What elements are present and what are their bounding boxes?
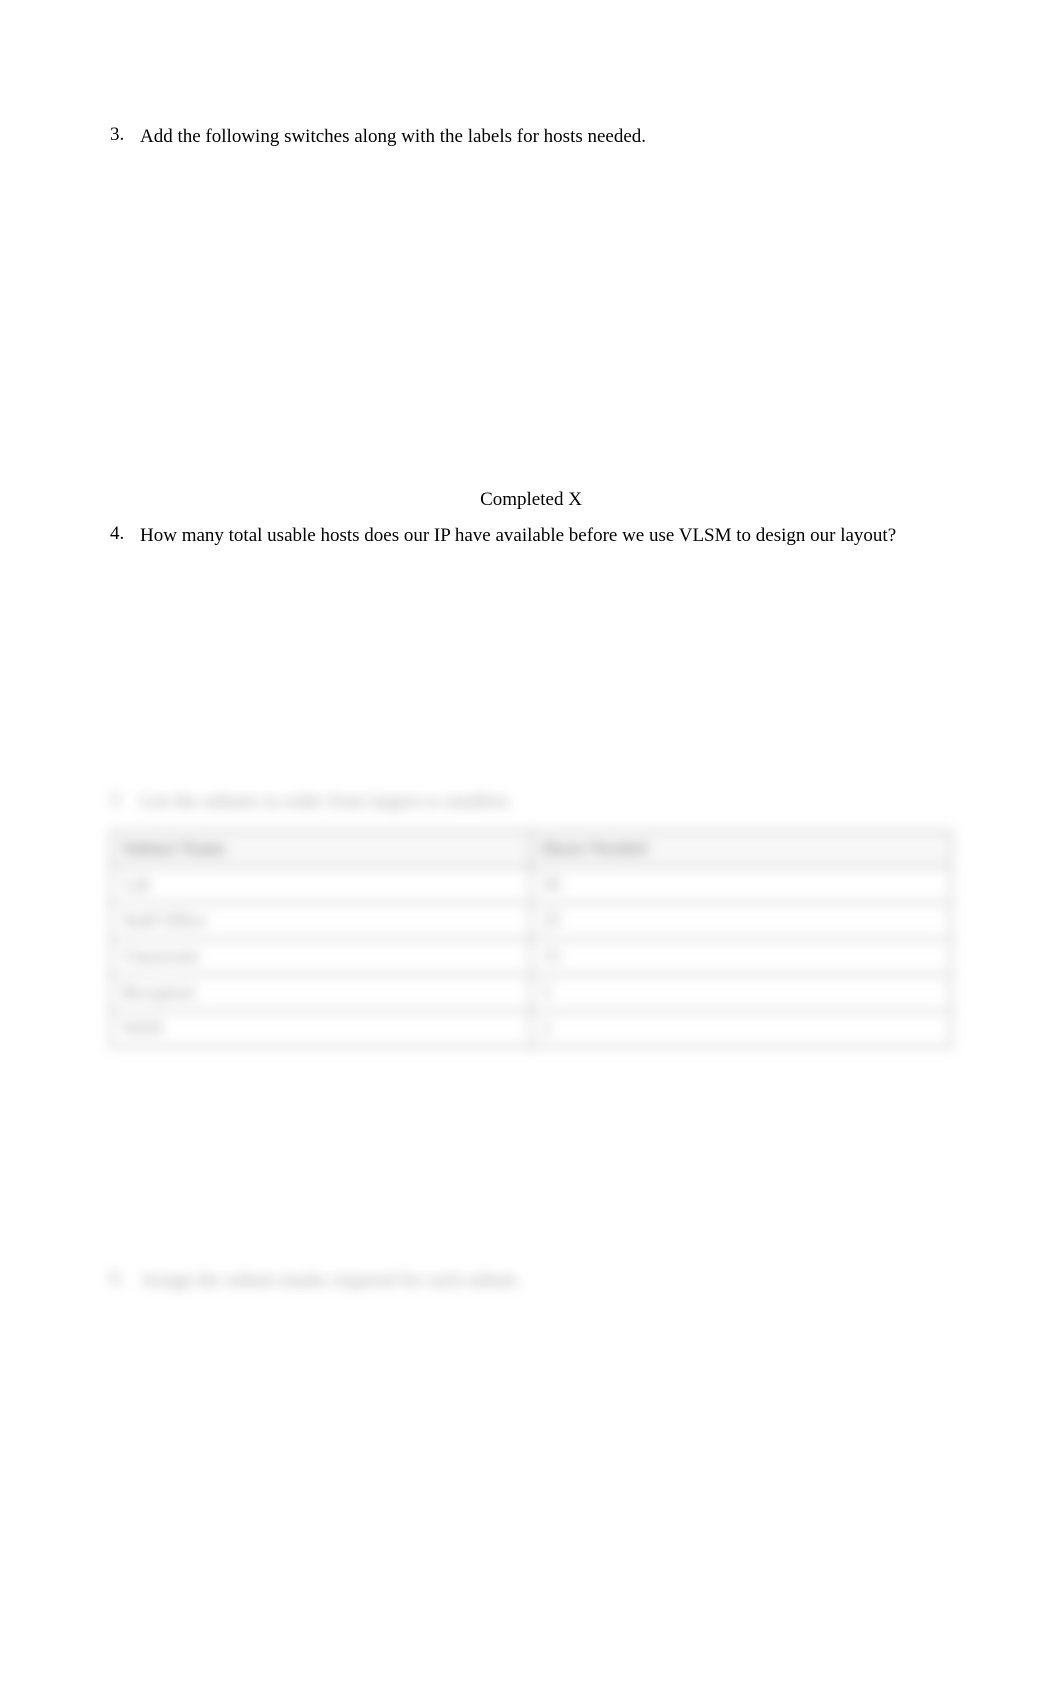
table-header-row: Subnet Name Hosts Needed [111, 831, 951, 867]
subnet-table-wrap: Subnet Name Hosts Needed Lab 50 Staff Of… [110, 830, 952, 1048]
list-number-3: 3. [110, 124, 140, 146]
cell-hosts: 15 [531, 939, 951, 975]
list-number-5: 5. [110, 789, 140, 811]
cell-subnet-name: Staff Office [111, 903, 531, 939]
list-item-4: 4. How many total usable hosts does our … [110, 523, 952, 550]
cell-subnet-name: Reception [111, 975, 531, 1011]
cell-subnet-name: Classroom [111, 939, 531, 975]
table-row: Staff Office 25 [111, 903, 951, 939]
list-number-6: 6. [110, 1268, 140, 1290]
list-item-6: 6. Assign the subnet masks required for … [110, 1268, 952, 1295]
list-item-3: 3. Add the following switches along with… [110, 124, 952, 151]
table-row: Lab 50 [111, 867, 951, 903]
table-row: Classroom 15 [111, 939, 951, 975]
cell-hosts: 25 [531, 903, 951, 939]
list-item-5: 5. List the subnets in order from larges… [110, 789, 952, 816]
table-row: Reception 5 [111, 975, 951, 1011]
cell-hosts: 50 [531, 867, 951, 903]
header-subnet-name: Subnet Name [111, 831, 531, 867]
cell-hosts: 2 [531, 1011, 951, 1047]
cell-hosts: 5 [531, 975, 951, 1011]
table-row: WAN 2 [111, 1011, 951, 1047]
completed-label: Completed X [110, 489, 952, 511]
subnet-table: Subnet Name Hosts Needed Lab 50 Staff Of… [110, 830, 952, 1048]
header-hosts-needed: Hosts Needed [531, 831, 951, 867]
list-text-5: List the subnets in order from largest t… [140, 789, 952, 816]
list-text-4: How many total usable hosts does our IP … [140, 523, 952, 550]
cell-subnet-name: WAN [111, 1011, 531, 1047]
list-text-3: Add the following switches along with th… [140, 124, 952, 151]
list-number-4: 4. [110, 523, 140, 545]
cell-subnet-name: Lab [111, 867, 531, 903]
list-text-6: Assign the subnet masks required for eac… [140, 1268, 952, 1295]
